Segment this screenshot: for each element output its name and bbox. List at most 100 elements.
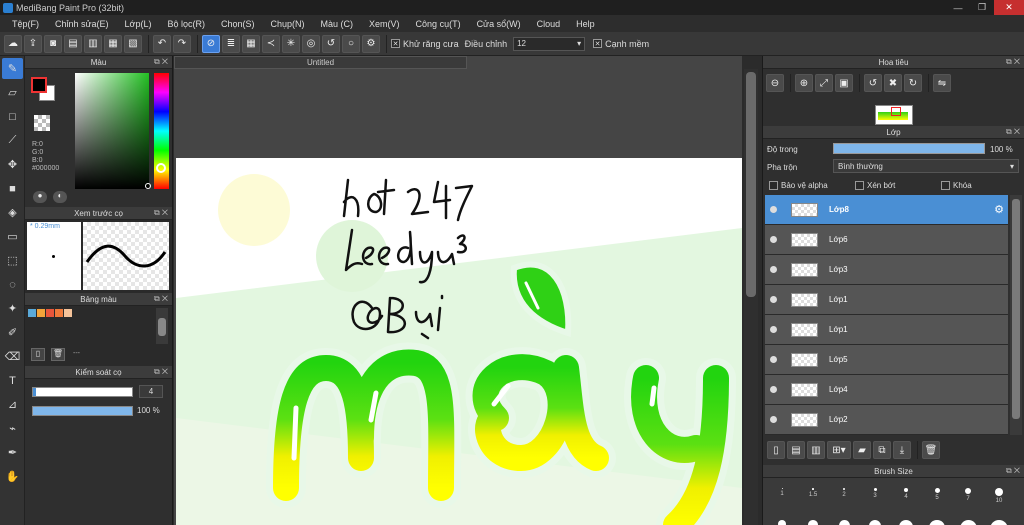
menu-file[interactable]: Tệp(F) [4,19,47,29]
lock-checkbox[interactable] [941,181,950,190]
menu-select[interactable]: Chọn(S) [213,19,263,29]
perspective-snap-icon[interactable]: ≺ [262,34,280,53]
layer-row[interactable]: Lớp3 [765,255,1008,285]
panel-popout-icon[interactable]: ⧉ ✕ [154,57,168,67]
concentric-snap-icon[interactable]: ◎ [302,34,320,53]
menu-help[interactable]: Help [568,19,603,29]
hue-slider-handle[interactable] [156,163,166,173]
panel-popout-icon[interactable]: ⧉ ✕ [1006,466,1020,476]
new-halftone-layer-icon[interactable]: ▤ [787,441,805,459]
palette-swatch[interactable] [46,309,54,317]
brush-tool-icon[interactable]: ✎ [2,58,23,79]
actual-size-icon[interactable]: ▣ [835,74,853,92]
panel-popout-icon[interactable]: ⧉ ✕ [154,294,168,304]
fill-rect-tool-icon[interactable]: ■ [2,178,23,199]
palette-swatch[interactable] [37,309,45,317]
menu-filter[interactable]: Bộ lọc(R) [159,19,213,29]
brush-size-cell[interactable]: 1 [767,482,797,506]
palette-scrollbar[interactable] [156,308,168,344]
palette-swatch[interactable] [64,309,72,317]
rotate-right-icon[interactable]: ↻ [904,74,922,92]
layer-row[interactable]: Lớp1 [765,315,1008,345]
palette-scroll-thumb[interactable] [158,318,166,336]
canvas-scroll-thumb[interactable] [746,72,756,297]
primary-color-swatch[interactable] [31,77,47,93]
chat-icon[interactable]: ▤ [64,34,82,53]
panel-popout-icon[interactable]: ⧉ ✕ [154,367,168,377]
layer-list-scrollbar[interactable] [1010,195,1022,435]
layer-gear-icon[interactable]: ⚙ [994,203,1004,216]
eraser-tool-icon[interactable]: ▱ [2,82,23,103]
color-mode-icon[interactable]: ◐ [53,191,67,203]
flip-horizontal-icon[interactable]: ⇋ [933,74,951,92]
gradient-tool-icon[interactable]: ▭ [2,226,23,247]
duplicate-layer-icon[interactable]: ⧉ [873,441,891,459]
grid-document-icon[interactable]: ▧ [124,34,142,53]
protect-alpha-checkbox[interactable] [769,181,778,190]
brush-size-cell[interactable]: 1.5 [798,482,828,506]
protect-alpha-option[interactable]: Bảo vệ alpha [769,181,828,190]
document-list-icon[interactable]: ▦ [104,34,122,53]
antialias-option[interactable]: ✕ Khử răng cưa [391,39,459,49]
layer-visibility-icon[interactable] [770,266,777,273]
layer-row[interactable]: Lớp2 [765,405,1008,435]
undo-icon[interactable]: ↶ [153,34,171,53]
new-layer-icon[interactable]: ▯ [767,441,785,459]
divide-tool-icon[interactable]: ⊿ [2,394,23,415]
layer-visibility-icon[interactable] [770,416,777,423]
dot-tool-icon[interactable]: □ [2,106,23,127]
brush-opacity-slider[interactable] [32,406,133,416]
hand-tool-icon[interactable]: ✋ [2,466,23,487]
brush-size-dot-large[interactable] [868,520,882,525]
brush-size-slider[interactable] [32,387,133,397]
curve-snap-icon[interactable]: ↺ [322,34,340,53]
share-icon[interactable]: ⇪ [24,34,42,53]
menu-capture[interactable]: Chụp(N) [263,19,313,29]
brush-size-dot-large[interactable] [929,520,945,525]
brush-size-cell[interactable]: 5 [922,482,952,506]
zoom-out-icon[interactable]: ⊖ [766,74,784,92]
zoom-in-icon[interactable]: ⊕ [795,74,813,92]
brush-size-dot-large[interactable] [899,520,913,525]
antialias-checkbox[interactable]: ✕ [391,39,400,48]
brush-size-cell[interactable]: 3 [860,482,890,506]
reset-view-icon[interactable]: ✖ [884,74,902,92]
menu-view[interactable]: Xem(V) [361,19,408,29]
new-folder-icon[interactable]: ▰ [853,441,871,459]
brush-size-cell[interactable]: 4 [891,482,921,506]
close-button[interactable]: ✕ [994,0,1024,15]
comment-icon[interactable]: ◙ [44,34,62,53]
select-rect-tool-icon[interactable]: ⬚ [2,250,23,271]
transparent-color-swatch[interactable] [34,115,50,131]
blur-tool-icon[interactable]: ⟋ [2,130,23,151]
layer-visibility-icon[interactable] [770,206,777,213]
brush-size-dot-large[interactable] [838,520,850,525]
document-icon[interactable]: ▥ [84,34,102,53]
panel-popout-icon[interactable]: ⧉ ✕ [1006,57,1020,67]
snap-settings-icon[interactable]: ⚙ [362,34,380,53]
brush-size-dot-large[interactable] [959,520,977,525]
layer-visibility-icon[interactable] [770,296,777,303]
navigator-viewport-frame[interactable] [891,107,901,116]
cloud-icon[interactable]: ☁ [4,34,22,53]
panel-popout-icon[interactable]: ⧉ ✕ [1006,127,1020,137]
delete-layer-icon[interactable]: 🗑 [922,441,940,459]
layer-visibility-icon[interactable] [770,326,777,333]
select-eraser-tool-icon[interactable]: ⌫ [2,346,23,367]
select-pen-tool-icon[interactable]: ✐ [2,322,23,343]
menu-tools[interactable]: Công cụ(T) [408,19,469,29]
brush-size-dot-large[interactable] [989,520,1009,525]
grid-snap-icon[interactable]: ▦ [242,34,260,53]
layer-row[interactable]: Lớp1 [765,285,1008,315]
magic-wand-tool-icon[interactable]: ✦ [2,298,23,319]
add-layer-menu-icon[interactable]: ⊞▾ [827,441,851,459]
new-8bit-layer-icon[interactable]: ▥ [807,441,825,459]
circle-snap-icon[interactable]: ○ [342,34,360,53]
canvas-vertical-scrollbar[interactable] [744,69,758,525]
soft-edge-checkbox[interactable]: ✕ [593,39,603,48]
clipping-checkbox[interactable] [855,181,864,190]
navigator-thumbnail[interactable] [875,105,913,125]
brush-size-dot-large[interactable] [808,520,818,525]
layer-row[interactable]: Lớp4 [765,375,1008,405]
layer-opacity-slider[interactable] [833,143,985,154]
